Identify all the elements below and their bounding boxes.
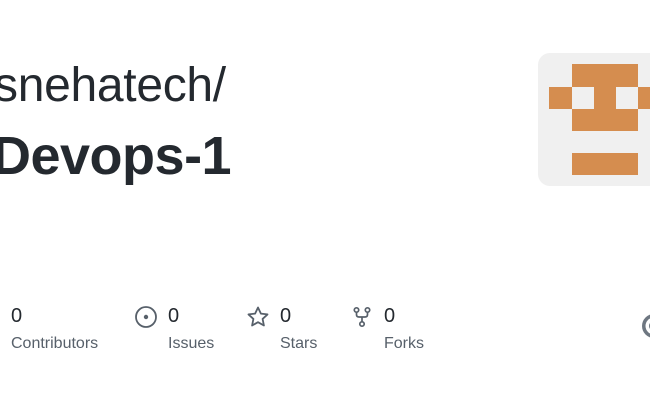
contributors-count: 0: [11, 305, 23, 327]
star-icon: [246, 305, 270, 329]
repo-forked-icon: [350, 305, 374, 329]
avatar-pixel: [572, 153, 638, 175]
issue-opened-icon: [134, 305, 158, 329]
stars-label: Stars: [280, 335, 318, 352]
stat-stars[interactable]: 0 Stars: [246, 302, 336, 362]
owner-avatar[interactable]: [538, 53, 650, 186]
avatar-pixel: [572, 64, 638, 87]
avatar-pixel: [594, 87, 616, 109]
issues-count: 0: [168, 305, 180, 327]
avatar-pixel: [572, 109, 638, 131]
forks-label: Forks: [384, 335, 424, 352]
contributors-label: Contributors: [11, 335, 99, 352]
stars-count: 0: [280, 305, 292, 327]
stat-contributors[interactable]: 0 Contributors: [0, 302, 120, 362]
avatar-pixel: [549, 87, 572, 109]
issues-label: Issues: [168, 335, 215, 352]
github-mark-icon: [640, 312, 650, 340]
repo-owner[interactable]: snehatech/: [0, 56, 226, 116]
stat-issues[interactable]: 0 Issues: [134, 302, 234, 362]
repo-name[interactable]: Devops-1: [0, 124, 232, 188]
repo-social-card: snehatech/ Devops-1 0 Contributors 0 Iss…: [0, 0, 650, 400]
avatar-pixel: [638, 87, 650, 109]
forks-count: 0: [384, 305, 396, 327]
stat-forks[interactable]: 0 Forks: [350, 302, 440, 362]
